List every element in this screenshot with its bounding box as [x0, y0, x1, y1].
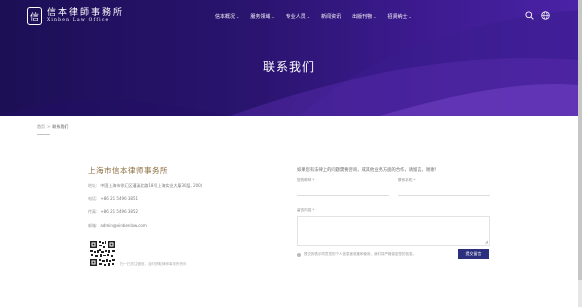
submit-button[interactable]: 提交留言: [458, 249, 489, 259]
message-textarea[interactable]: ◢: [297, 216, 490, 246]
wechat-qr-code: [89, 240, 116, 267]
globe-icon[interactable]: [541, 11, 550, 20]
consent-radio[interactable]: [297, 252, 301, 257]
breadcrumb-separator: >: [47, 124, 51, 129]
nav-item-people[interactable]: 专业人员⌄: [286, 13, 310, 20]
scrollbar-thumb[interactable]: [578, 0, 582, 280]
address-label: 地址:: [88, 183, 98, 188]
email-row: 邮箱: admin@xinbenlaw.com: [88, 223, 147, 229]
nav-item-careers[interactable]: 招贤纳士⌄: [388, 13, 412, 20]
logo-mark: 信: [27, 7, 42, 25]
phone-label: 电话:: [88, 196, 98, 201]
breadcrumb-current: 联系我们: [52, 124, 69, 129]
nav-item-news[interactable]: 新闻资讯: [321, 13, 341, 20]
logo-name-en: Xinben Law Office: [47, 18, 110, 23]
page-scrollbar[interactable]: [578, 0, 582, 307]
address-value: 中国上海市徐汇区漕溪北路18号上海实业大厦30层, 200(: [100, 183, 203, 188]
site-logo[interactable]: 信 信本律師事務所 Xinben Law Office: [27, 7, 124, 25]
chevron-down-icon: ⌄: [271, 14, 275, 19]
message-label: 留言内容 *: [297, 208, 315, 212]
phone-value[interactable]: +86 21 5496 3851: [100, 196, 138, 201]
name-label: 您的称呼 *: [297, 178, 315, 182]
email-link[interactable]: admin@xinbenlaw.com: [100, 223, 146, 228]
chevron-down-icon: ⌄: [373, 14, 377, 19]
nav-item-services[interactable]: 服务领域⌄: [250, 13, 274, 20]
phone-row: 电话: +86 21 5496 3851: [88, 196, 138, 202]
chevron-down-icon: ⌄: [408, 14, 412, 19]
resize-grip-icon[interactable]: ◢: [485, 239, 488, 244]
fax-value: +86 21 5496 3852: [100, 209, 139, 214]
phone-field[interactable]: [398, 195, 490, 196]
breadcrumb: 首页 > 联系我们: [37, 124, 68, 130]
chevron-down-icon: ⌄: [236, 14, 240, 19]
breadcrumb-underline: [37, 134, 50, 135]
firm-name: 上海市信本律师事务所: [88, 166, 168, 175]
email-label: 邮箱:: [88, 223, 98, 228]
fax-row: 传真: +86 21 5496 3852: [88, 209, 138, 215]
address-row: 地址: 中国上海市徐汇区漕溪北路18号上海实业大厦30层, 200(: [88, 183, 202, 189]
form-intro: 如果您有法律上的问题需要咨询，或其他业务方面的合作，请留言。谢谢！: [297, 168, 439, 173]
search-icon[interactable]: [525, 11, 534, 20]
privacy-text: 提交即表示同意您的个人信息被收集和使用，我们将严格保密您的信息。: [304, 252, 416, 256]
breadcrumb-home[interactable]: 首页: [37, 124, 45, 129]
nav-item-profile[interactable]: 信本概况⌄: [215, 13, 239, 20]
privacy-consent[interactable]: 提交即表示同意您的个人信息被收集和使用，我们将严格保密您的信息。: [297, 252, 416, 257]
hero-banner: 信 信本律師事務所 Xinben Law Office 信本概况⌄ 服务领域⌄ …: [0, 0, 578, 116]
name-field[interactable]: [297, 195, 389, 196]
fax-label: 传真:: [88, 209, 98, 214]
phone-field-label: 联系手机 *: [398, 178, 416, 182]
main-nav: 信本概况⌄ 服务领域⌄ 专业人员⌄ 新闻资讯 出版刊物⌄ 招贤纳士⌄: [215, 13, 423, 20]
logo-name-cn: 信本律師事務所: [47, 8, 125, 18]
nav-item-publications[interactable]: 出版刊物⌄: [352, 13, 376, 20]
chevron-down-icon: ⌄: [306, 14, 311, 19]
qr-caption: 扫一扫关注微信，及时获取律师事务所资讯: [120, 262, 187, 266]
page-title: 联系我们: [262, 60, 315, 74]
